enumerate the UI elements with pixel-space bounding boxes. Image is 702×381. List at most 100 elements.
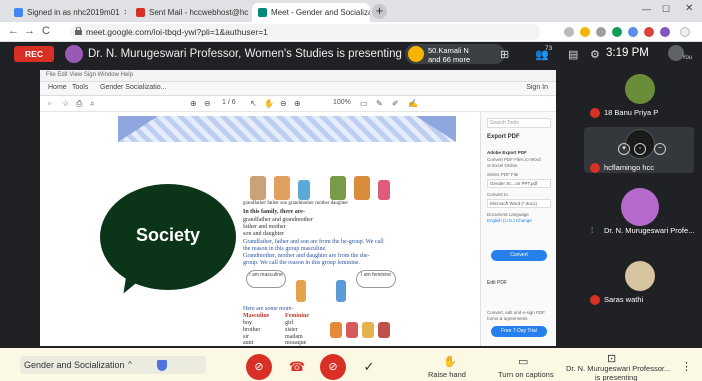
tab-document[interactable]: Gender Socializatio...	[100, 84, 167, 91]
slide-line: Grandmother, mother and daughter are fro…	[243, 253, 370, 259]
browser-tab-sent-mail[interactable]: Sent Mail - hccwebhost@hccln ✕	[130, 3, 248, 22]
reload-icon[interactable]: C	[42, 25, 50, 37]
profile-avatar[interactable]	[660, 27, 670, 37]
end-call-button[interactable]: ☎	[284, 354, 310, 380]
export-pdf-title[interactable]: Export PDF	[487, 134, 520, 140]
page-indicator[interactable]: 1 / 6	[222, 99, 236, 106]
pdf-menu-bar[interactable]: File Edit View Sign Window Help	[40, 70, 556, 82]
child-figure	[330, 322, 342, 338]
page-up-icon[interactable]: ⊕	[190, 99, 197, 108]
masculine-header: Masculine	[243, 313, 270, 319]
remove-icon[interactable]: −	[654, 143, 666, 155]
meet-favicon-icon	[258, 8, 267, 17]
check-extension-icon[interactable]	[612, 27, 622, 37]
forward-icon[interactable]: →	[24, 25, 35, 37]
slide-corner-left	[118, 116, 158, 142]
close-window-icon[interactable]: ✕	[685, 3, 693, 14]
mute-participant-icon[interactable]: ◦	[634, 143, 646, 155]
join-notification[interactable]: 50.Kamali N and 66 more	[405, 44, 505, 64]
presenting-status-sub: is presenting	[595, 373, 638, 381]
format-select[interactable]: Microsoft Word (*.docx)	[487, 199, 551, 208]
activities-icon[interactable]: ⚙	[590, 48, 600, 61]
sign-icon[interactable]: ✍	[408, 99, 418, 108]
sign-in-link[interactable]: Sign In	[526, 84, 548, 91]
menu-icon[interactable]	[680, 27, 690, 37]
child-figure	[378, 322, 390, 338]
raise-hand-label[interactable]: Raise hand	[428, 370, 466, 379]
extension-red-icon[interactable]	[644, 27, 654, 37]
close-tab-icon[interactable]: ✕	[120, 8, 126, 17]
pdf-toolbar: ▫ ☆ ⎙ ⌕ ⊕ ⊖ 1 / 6 ↖ ✋ ⊖ ⊕ 100% ▭ ✎ ✐ ✍	[40, 96, 556, 112]
extension-icon[interactable]	[596, 27, 606, 37]
slide-header-pattern	[118, 116, 456, 142]
participant-name: Saras wathi	[604, 295, 644, 304]
child-figure	[362, 322, 374, 338]
search-icon[interactable]: ⌕	[90, 99, 94, 109]
extension-blue-icon[interactable]	[628, 27, 638, 37]
zoom-out-icon[interactable]: ⊖	[280, 99, 287, 108]
shield-icon[interactable]	[157, 360, 167, 371]
convert-button[interactable]: Convert	[491, 250, 547, 261]
mic-off-button[interactable]: ⊘	[246, 354, 272, 380]
meeting-details-button[interactable]: Gender and Socialization	[20, 356, 206, 374]
tab-home[interactable]: Home	[48, 84, 67, 91]
key-icon[interactable]	[564, 27, 574, 37]
captions-icon[interactable]: ▭	[518, 355, 528, 368]
star-icon[interactable]: ☆	[62, 99, 69, 108]
list-cell: aunt	[243, 340, 254, 346]
highlight-icon[interactable]: ✎	[376, 99, 383, 108]
father-figure	[274, 176, 290, 200]
slide-corner-right	[416, 116, 456, 142]
edit-pdf-link[interactable]: Edit PDF	[487, 280, 507, 286]
chevron-up-icon[interactable]: ^	[128, 360, 132, 369]
draw-icon[interactable]: ✐	[392, 99, 399, 108]
minimize-icon[interactable]: —	[642, 4, 651, 14]
hand-icon[interactable]: ✋	[264, 99, 274, 108]
participant-tile[interactable]: ▾ ◦ − hcflamingo hcc	[584, 127, 694, 173]
maximize-icon[interactable]: ☐	[662, 4, 670, 15]
presenter-avatar	[65, 45, 83, 63]
camera-off-button[interactable]: ⊘	[320, 354, 346, 380]
pdf-file-field[interactable]: Gender Sc...on PPT.pdf	[487, 179, 551, 188]
browser-tab-signed-in[interactable]: Signed in as nhc2019m01 ✕	[8, 3, 126, 22]
page-down-icon[interactable]: ⊖	[204, 99, 211, 108]
participant-avatar	[625, 74, 655, 104]
slide-line: Grandfather, father and son are from the…	[243, 239, 384, 245]
participant-tile[interactable]: 18 Banu Priya P	[584, 72, 694, 118]
kamali-avatar	[408, 46, 424, 62]
raise-hand-icon[interactable]: ✋	[443, 355, 457, 368]
url-field[interactable]: meet.google.com/ioi-tbqd-ywi?pli=1&authu…	[70, 24, 540, 40]
presenting-status[interactable]: Dr. N. Murugeswari Professor...	[566, 364, 670, 373]
save-icon[interactable]: ▫	[48, 99, 51, 108]
boy-figure	[296, 280, 306, 302]
daughter-figure	[378, 180, 390, 200]
self-label: You	[682, 55, 693, 61]
tab-label: Signed in as nhc2019m01	[27, 8, 120, 17]
comment-icon[interactable]: ▭	[360, 99, 368, 108]
zoom-level[interactable]: 100%	[333, 99, 351, 106]
zoom-in-icon[interactable]: ⊕	[294, 99, 301, 108]
select-icon[interactable]: ↖	[250, 99, 257, 108]
language-value[interactable]: English (U.S.) Change	[487, 218, 532, 223]
more-check-button[interactable]: ✓	[356, 354, 382, 380]
captions-label[interactable]: Turn on captions	[498, 370, 554, 379]
back-icon[interactable]: ←	[8, 25, 19, 37]
tab-tools[interactable]: Tools	[72, 84, 88, 91]
participant-tile[interactable]: ⁞ Dr. N. Murugeswari Profe...	[584, 188, 694, 236]
pin-icon[interactable]: ▾	[618, 143, 630, 155]
slide-line: grandfather and grandmother	[243, 217, 313, 223]
mic-muted-icon	[590, 108, 600, 118]
chat-icon[interactable]: ▤	[568, 48, 578, 61]
tools-search-input[interactable]: Search Tools	[487, 118, 551, 128]
grid-layout-icon[interactable]: ⊞	[500, 48, 509, 61]
more-options-icon[interactable]: ⋮	[681, 360, 692, 373]
browser-tab-meet[interactable]: Meet - Gender and Socializatio ✕	[252, 3, 370, 22]
select-pdf-label: Select PDF File	[487, 172, 519, 177]
slide-line: father and mother	[243, 224, 286, 230]
participant-tile[interactable]: Saras wathi	[584, 259, 694, 305]
new-tab-button[interactable]: +	[372, 4, 387, 19]
star-icon[interactable]	[580, 27, 590, 37]
print-icon[interactable]: ⎙	[76, 99, 82, 109]
free-trial-button[interactable]: Free 7-Day Trial	[491, 326, 547, 337]
list-cell: mosaque	[285, 340, 307, 346]
